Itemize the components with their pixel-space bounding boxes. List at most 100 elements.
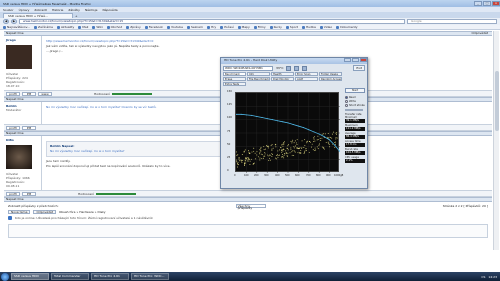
exit-button[interactable]: Exit [353, 65, 365, 71]
minimize-button[interactable]: _ [474, 1, 482, 6]
transfer-point [282, 121, 284, 123]
bookmark-icon [126, 25, 130, 29]
page-scrollbar[interactable] [493, 31, 499, 250]
pm-button[interactable]: PM [22, 91, 36, 96]
bookmark-item[interactable]: Facebook [144, 25, 163, 29]
tab-file-benchmark[interactable]: File Benchmark [247, 77, 270, 81]
menu-tools[interactable]: Nástroje [85, 8, 98, 12]
avatar [6, 45, 32, 69]
tab-extra-tests[interactable]: Extra Tests [223, 82, 246, 86]
access-point [264, 155, 266, 157]
bookmark-item[interactable]: Video [319, 25, 332, 29]
drive-select[interactable]: WDC WD10EARS-00Y5B1 [223, 65, 273, 71]
start-button[interactable]: Start [345, 88, 365, 93]
menu-history[interactable]: Historie [52, 8, 64, 12]
tab-health[interactable]: Health [271, 72, 294, 76]
bookmark-item[interactable]: Hry [206, 25, 216, 29]
clock[interactable]: 14:23 [488, 275, 497, 279]
access-point [260, 147, 262, 149]
hdtune-close-button[interactable] [360, 58, 367, 62]
scrollbar-thumb[interactable] [495, 71, 499, 131]
tab-error-scan[interactable]: Error Scan [295, 72, 318, 76]
transfer-point [261, 117, 263, 119]
bookmark-item[interactable]: Začínáme [34, 25, 53, 29]
write-option[interactable]: Write [345, 100, 367, 103]
options-icon[interactable] [302, 65, 308, 71]
menu-help[interactable]: Nápověda [102, 8, 117, 12]
start-button[interactable] [1, 272, 9, 281]
tab-random-access[interactable]: Random Access [319, 77, 342, 81]
maximize-button[interactable]: □ [483, 1, 491, 6]
tab-info[interactable]: Info [247, 72, 270, 76]
bookmark-item[interactable]: Sport [285, 25, 298, 29]
tab-folder-usage[interactable]: Folder Usage [319, 72, 342, 76]
read-option[interactable]: Read [345, 96, 367, 99]
access-point [291, 154, 293, 156]
quick-reply-box[interactable] [8, 224, 488, 238]
short-stroke-option[interactable]: Short stroke [345, 104, 367, 107]
bookmark-item[interactable]: Dokumenty [336, 25, 358, 29]
menu-bookmarks[interactable]: Záložky [68, 8, 80, 12]
hdtune-maximize-button[interactable] [352, 58, 359, 62]
reply-link[interactable]: Odpovědět [471, 32, 488, 35]
reply-button[interactable]: Odpovědět [33, 210, 56, 214]
url-input[interactable]: www.hwmonitor.cz/forum/viewtopic.php?f=1… [19, 19, 405, 24]
sort-select[interactable]: Všechny příspěvky [235, 203, 266, 209]
menu-file[interactable]: Soubor [3, 8, 14, 12]
tab-erase[interactable]: Erase [223, 77, 246, 81]
forward-button[interactable]: ▶ [11, 19, 17, 24]
www-button[interactable]: www [38, 91, 52, 96]
bookmark-item[interactable]: Youtube [166, 25, 183, 29]
access-point [299, 147, 301, 149]
bookmark-item[interactable]: Nejnavštěvov... [3, 25, 30, 29]
tab-disk-monitor[interactable]: Disk Monitor [271, 77, 294, 81]
bookmark-item[interactable]: Počasí [220, 25, 234, 29]
access-point [293, 147, 295, 149]
bookmark-item[interactable]: Filmy [253, 25, 266, 29]
access-point [313, 136, 315, 138]
hdtune-minimize-button[interactable] [344, 58, 351, 62]
back-button[interactable]: ◀ [3, 19, 9, 24]
taskbar-item[interactable]: HD Tune Pro 4.61 [91, 273, 129, 280]
access-point [299, 153, 301, 154]
access-point [324, 148, 325, 150]
author-name[interactable]: Jirago [6, 38, 39, 42]
new-topic-button[interactable]: Nové téma [8, 210, 31, 214]
menu-view[interactable]: Zobrazit [34, 8, 46, 12]
search-input[interactable]: Google [407, 19, 497, 24]
bookmark-item[interactable]: Mail [78, 25, 88, 29]
bookmark-item[interactable]: Zprávy [126, 25, 141, 29]
taskbar-item[interactable]: Total Commander [51, 273, 89, 280]
bookmark-item[interactable]: Obchod [106, 25, 122, 29]
access-point [304, 150, 305, 152]
profile-button[interactable]: profil [6, 91, 20, 96]
tab-aam[interactable]: AAM [295, 77, 318, 81]
tab-benchmark[interactable]: Benchmark [223, 72, 246, 76]
copy-icon[interactable] [286, 65, 292, 71]
bookmark-item[interactable]: Aktuality [56, 25, 74, 29]
author-name[interactable]: DiBo [6, 138, 39, 142]
bookmark-item[interactable]: Kurzy [269, 25, 282, 29]
speed-slider[interactable] [345, 109, 363, 111]
bookmark-item[interactable]: Seznam [186, 25, 203, 29]
pm-button[interactable]: PM [22, 191, 36, 196]
access-time-value: 17.8 ms [345, 143, 365, 147]
window-title: SSD versus HDD + Hřiešmeikaa Fasamsák - … [3, 1, 91, 6]
breadcrumb[interactable]: Obsah fóra » Hardware » Disky [59, 210, 106, 214]
access-point [275, 154, 277, 156]
language-indicator[interactable]: CS [481, 275, 485, 279]
bookmark-item[interactable]: Hudba [301, 25, 316, 29]
bookmark-item[interactable]: Wiki [92, 25, 103, 29]
menu-edit[interactable]: Úpravy [19, 8, 30, 12]
profile-button[interactable]: profil [6, 125, 20, 130]
pm-button[interactable]: PM [22, 125, 36, 130]
save-icon[interactable] [294, 65, 300, 71]
bookmark-item[interactable]: Mapy [237, 25, 250, 29]
access-point [310, 146, 312, 148]
taskbar-item[interactable]: HD Tune Pro: WDC... [131, 273, 169, 280]
browser-titlebar: SSD versus HDD + Hřiešmeikaa Fasamsák - … [0, 0, 500, 7]
profile-button[interactable]: profil [6, 191, 20, 196]
close-button[interactable]: x [492, 1, 500, 6]
access-point [263, 149, 265, 151]
taskbar-item[interactable]: SSD versus HDD [11, 273, 49, 280]
